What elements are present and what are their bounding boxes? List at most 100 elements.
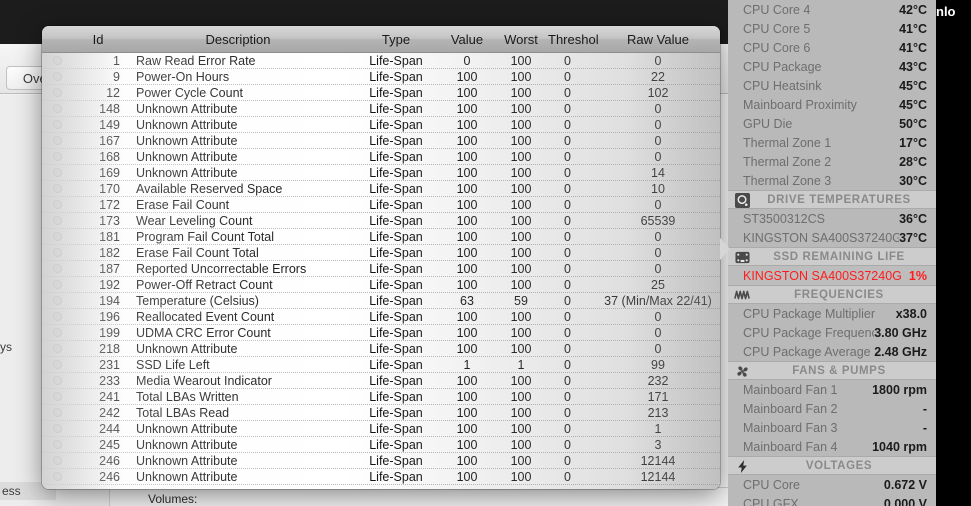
row-select-toggle[interactable] (42, 200, 72, 209)
cell-value: 100 (456, 197, 478, 212)
section-header-fans-pumps[interactable]: FANS & PUMPS (728, 361, 936, 380)
row-select-toggle[interactable] (42, 456, 72, 465)
row-select-toggle[interactable] (42, 440, 72, 449)
row-select-toggle[interactable] (42, 136, 72, 145)
section-header-frequencies[interactable]: FREQUENCIES (728, 285, 936, 304)
sensor-row[interactable]: Mainboard Fan 1 1800 rpm (728, 380, 936, 399)
table-row[interactable]: 244 Unknown Attribute Life-Span 100 100 0 1 (42, 421, 720, 437)
table-row[interactable]: 168 Unknown Attribute Life-Span 100 100 0 0 (42, 149, 720, 165)
column-header-type[interactable]: Type (352, 32, 440, 47)
row-select-toggle[interactable] (42, 184, 72, 193)
column-header-threshold[interactable]: Threshold (548, 32, 598, 47)
sensor-row[interactable]: CPU Core 4 42°C (728, 0, 936, 19)
sidebar-item-label-fragment[interactable]: ys (0, 340, 28, 354)
sensor-row[interactable]: CPU Package Multiplier x38.0 (728, 304, 936, 323)
column-header-value[interactable]: Value (440, 32, 494, 47)
sensor-row[interactable]: CPU Heatsink 45°C (728, 76, 936, 95)
column-header-description[interactable]: Description (124, 32, 352, 47)
row-select-toggle[interactable] (42, 152, 72, 161)
table-row[interactable]: 148 Unknown Attribute Life-Span 100 100 0 0 (42, 101, 720, 117)
table-row[interactable]: 170 Available Reserved Space Life-Span 100 1… (42, 181, 720, 197)
table-row[interactable]: 1 Raw Read Error Rate Life-Span 0 100 0 0 (42, 53, 720, 69)
table-row[interactable]: 12 Power Cycle Count Life-Span 100 100 0 102 (42, 85, 720, 101)
sensor-row[interactable]: KINGSTON SA400S37240G 37°C (728, 228, 936, 247)
row-select-toggle[interactable] (42, 56, 72, 65)
row-select-toggle[interactable] (42, 472, 72, 481)
circle-icon (52, 280, 62, 289)
download-notification-chip[interactable]: nlo (936, 0, 971, 22)
cell-type: Life-Span (369, 389, 423, 404)
row-select-toggle[interactable] (42, 280, 72, 289)
table-row[interactable]: 233 Media Wearout Indicator Life-Span 100 10… (42, 373, 720, 389)
table-row[interactable]: 149 Unknown Attribute Life-Span 100 100 0 0 (42, 117, 720, 133)
row-select-toggle[interactable] (42, 264, 72, 273)
sensor-row[interactable]: CPU Core 6 41°C (728, 38, 936, 57)
smart-table-body[interactable]: 1 Raw Read Error Rate Life-Span 0 100 0 0 9 Powe… (42, 53, 720, 489)
row-select-toggle[interactable] (42, 216, 72, 225)
sensor-row[interactable]: Mainboard Fan 3 - (728, 418, 936, 437)
sensor-row[interactable]: GPU Die 50°C (728, 114, 936, 133)
column-header-worst[interactable]: Worst (494, 32, 548, 47)
column-header-id[interactable]: Id (72, 32, 124, 47)
sensor-row-alert[interactable]: KINGSTON SA400S37240G 1% (728, 266, 936, 285)
cell-description: Media Wearout Indicator (136, 373, 272, 388)
sensor-row[interactable]: CPU Core 5 41°C (728, 19, 936, 38)
row-select-toggle[interactable] (42, 232, 72, 241)
table-row[interactable]: 245 Unknown Attribute Life-Span 100 100 0 3 (42, 437, 720, 453)
row-select-toggle[interactable] (42, 312, 72, 321)
panel-collapse-arrow-icon[interactable] (720, 238, 730, 260)
sensor-row[interactable]: Mainboard Proximity 45°C (728, 95, 936, 114)
table-row[interactable]: 199 UDMA CRC Error Count Life-Span 100 100 0 0 (42, 325, 720, 341)
sensor-row[interactable]: Thermal Zone 1 17°C (728, 133, 936, 152)
row-select-toggle[interactable] (42, 376, 72, 385)
table-row[interactable]: 218 Unknown Attribute Life-Span 100 100 0 0 (42, 341, 720, 357)
row-select-toggle[interactable] (42, 296, 72, 305)
sensor-row[interactable]: ST3500312CS 36°C (728, 209, 936, 228)
row-select-toggle[interactable] (42, 88, 72, 97)
sensor-row[interactable]: Mainboard Fan 4 1040 rpm (728, 437, 936, 456)
table-row[interactable]: 246 Unknown Attribute Life-Span 100 100 0 1214… (42, 453, 720, 469)
sensor-row[interactable]: CPU Package Frequency 3.80 GHz (728, 323, 936, 342)
sensor-row[interactable]: CPU Package Average 2.48 GHz (728, 342, 936, 361)
row-select-toggle[interactable] (42, 408, 72, 417)
cell-value: 100 (456, 101, 478, 116)
cell-threshold: 0 (564, 213, 571, 228)
row-select-toggle[interactable] (42, 168, 72, 177)
row-select-toggle[interactable] (42, 120, 72, 129)
table-row[interactable]: 167 Unknown Attribute Life-Span 100 100 0 0 (42, 133, 720, 149)
row-select-toggle[interactable] (42, 424, 72, 433)
table-row[interactable]: 172 Erase Fail Count Life-Span 100 100 0 0 (42, 197, 720, 213)
table-row[interactable]: 246 Unknown Attribute Life-Span 100 100 0 1214… (42, 469, 720, 485)
table-row[interactable]: 173 Wear Leveling Count Life-Span 100 100 0 65… (42, 213, 720, 229)
section-header-drive-temperatures[interactable]: DRIVE TEMPERATURES (728, 190, 936, 209)
table-row[interactable]: 9 Power-On Hours Life-Span 100 100 0 22 (42, 69, 720, 85)
table-row[interactable]: 182 Erase Fail Count Total Life-Span 100 100… (42, 245, 720, 261)
row-select-toggle[interactable] (42, 328, 72, 337)
sensor-row[interactable]: Mainboard Fan 2 - (728, 399, 936, 418)
row-select-toggle[interactable] (42, 392, 72, 401)
sensor-row[interactable]: CPU GFX 0.000 V (728, 494, 936, 506)
row-select-toggle[interactable] (42, 104, 72, 113)
table-row[interactable]: 241 Total LBAs Written Life-Span 100 100 0 171 (42, 389, 720, 405)
column-header-raw-value[interactable]: Raw Value (598, 32, 718, 47)
row-select-toggle[interactable] (42, 360, 72, 369)
table-row[interactable]: 242 Total LBAs Read Life-Span 100 100 0 213 (42, 405, 720, 421)
sensor-row[interactable]: Thermal Zone 2 28°C (728, 152, 936, 171)
table-row[interactable]: 192 Power-Off Retract Count Life-Span 100 10… (42, 277, 720, 293)
table-row[interactable]: 169 Unknown Attribute Life-Span 100 100 0 14 (42, 165, 720, 181)
row-select-toggle[interactable] (42, 248, 72, 257)
table-row[interactable]: 181 Program Fail Count Total Life-Span 100 1… (42, 229, 720, 245)
row-select-toggle[interactable] (42, 344, 72, 353)
table-row[interactable]: 231 SSD Life Left Life-Span 1 1 0 99 (42, 357, 720, 373)
sensor-row[interactable]: CPU Package 43°C (728, 57, 936, 76)
sensor-row[interactable]: Thermal Zone 3 30°C (728, 171, 936, 190)
table-row[interactable]: 196 Reallocated Event Count Life-Span 100 10… (42, 309, 720, 325)
sensor-row[interactable]: CPU Core 0.672 V (728, 475, 936, 494)
row-select-toggle[interactable] (42, 72, 72, 81)
circle-icon (52, 376, 62, 385)
sensor-label: Mainboard Fan 4 (743, 439, 838, 454)
table-row[interactable]: 194 Temperature (Celsius) Life-Span 63 59 0 37… (42, 293, 720, 309)
section-header-voltages[interactable]: VOLTAGES (728, 456, 936, 475)
table-row[interactable]: 187 Reported Uncorrectable Errors Life-Spa… (42, 261, 720, 277)
section-header-ssd-remaining-life[interactable]: SSD REMAINING LIFE (728, 247, 936, 266)
